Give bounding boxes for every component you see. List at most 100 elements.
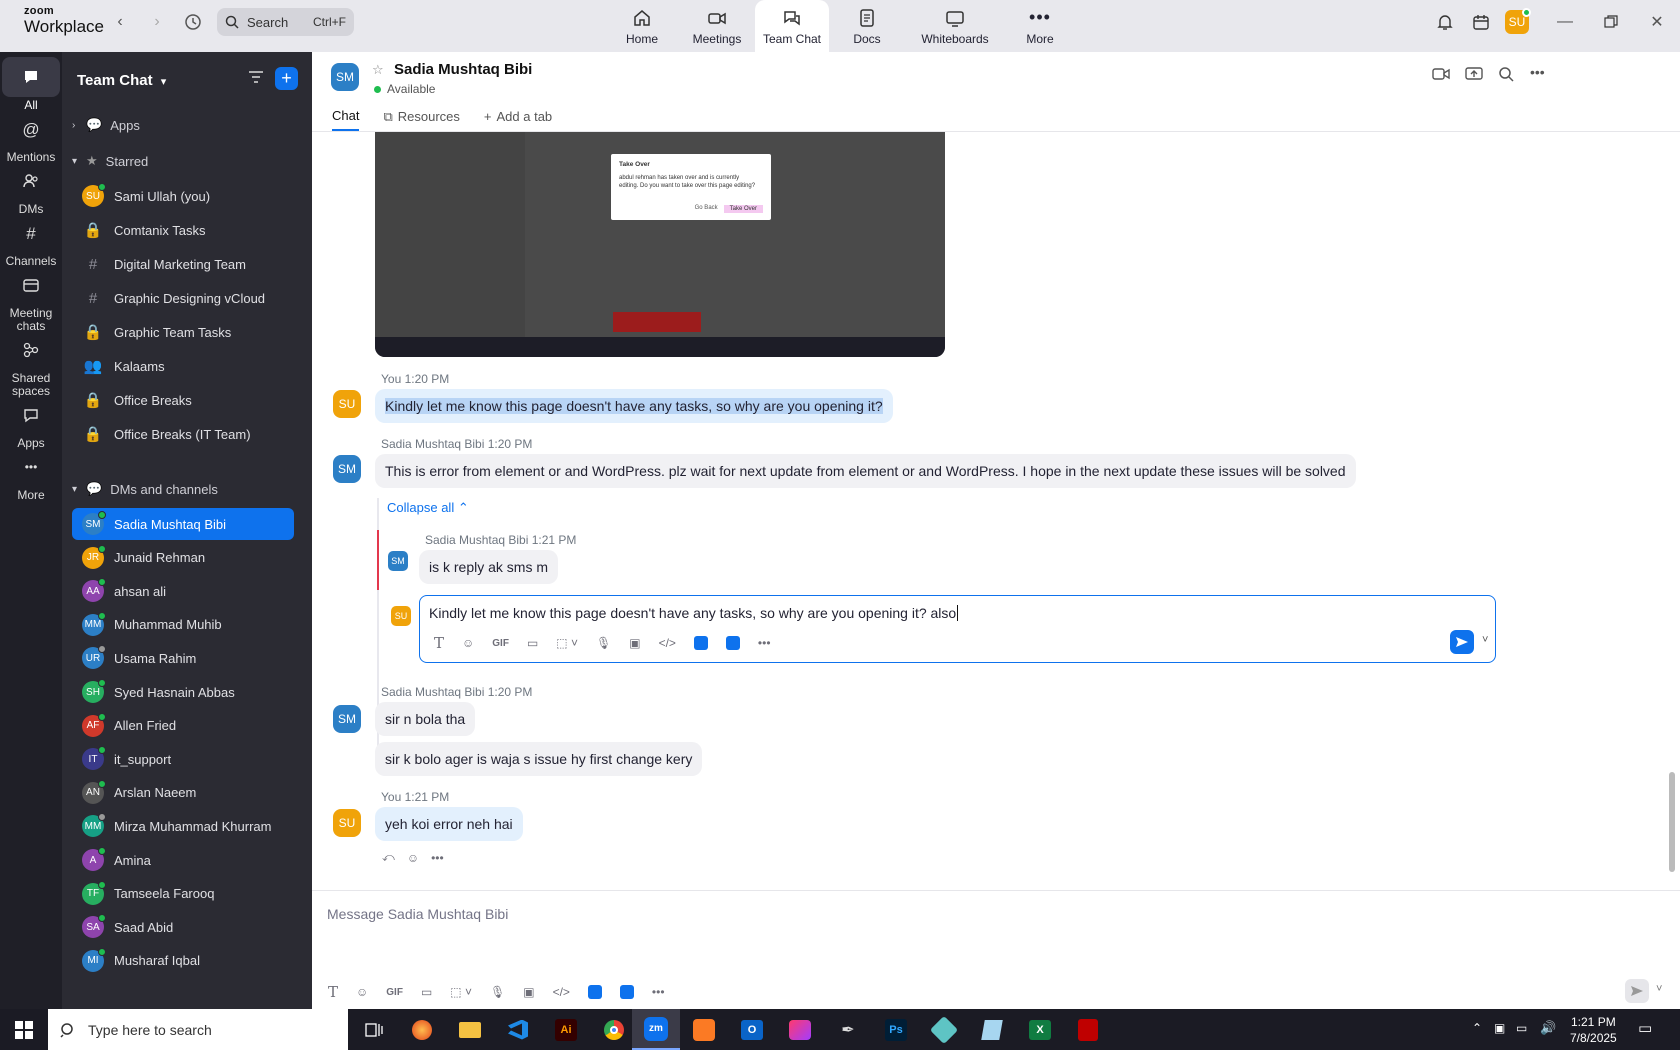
more-icon[interactable]: ••• xyxy=(652,985,665,999)
minimize-icon[interactable]: — xyxy=(1551,8,1579,36)
calendar-icon[interactable] xyxy=(1467,8,1495,36)
avatar[interactable]: SM xyxy=(388,551,408,571)
sidebar-item-dm[interactable]: TF Tamseela Farooq xyxy=(72,878,294,910)
rail-item-dms[interactable]: DMs xyxy=(0,161,62,216)
contact-name[interactable]: Sadia Mushtaq Bibi xyxy=(394,61,532,78)
forward-icon[interactable]: › xyxy=(143,8,171,36)
sidebar-item-starred[interactable]: 🔒 Comtanix Tasks xyxy=(72,214,294,246)
send-button[interactable] xyxy=(1450,630,1474,654)
sidebar-item-starred[interactable]: 👥 Kalaams xyxy=(72,350,294,382)
app-cube-icon[interactable] xyxy=(920,1009,968,1050)
tab-chat[interactable]: Chat xyxy=(332,108,360,131)
sidebar-item-dm[interactable]: AA ahsan ali xyxy=(72,575,294,607)
zoom-taskbar-icon[interactable]: zm xyxy=(632,1009,680,1050)
filter-icon[interactable] xyxy=(247,68,265,86)
code-icon[interactable]: </> xyxy=(553,985,570,999)
rail-item-shared-spaces[interactable]: Shared spaces xyxy=(0,330,62,398)
send-button[interactable] xyxy=(1625,979,1649,1003)
excel-icon[interactable]: X xyxy=(1016,1009,1064,1050)
sidebar-item-dm[interactable]: AN Arslan Naeem xyxy=(72,777,294,809)
reply-input[interactable]: Kindly let me know this page doesn't hav… xyxy=(429,605,959,621)
message-bubble[interactable]: sir k bolo ager is waja s issue hy first… xyxy=(375,742,703,776)
sidebar-item-dm[interactable]: IT it_support xyxy=(72,743,294,775)
reply-composer[interactable]: Kindly let me know this page doesn't hav… xyxy=(419,595,1496,663)
add-reaction-icon[interactable]: ☺ xyxy=(407,851,419,865)
nav-tab-more[interactable]: ••• More xyxy=(1003,0,1077,52)
sidebar-item-dm[interactable]: AF Allen Fried xyxy=(72,710,294,742)
nav-tab-team-chat[interactable]: Team Chat xyxy=(755,0,829,52)
pen-tool-icon[interactable]: ✒ xyxy=(824,1009,872,1050)
creative-cloud-icon[interactable] xyxy=(776,1009,824,1050)
more-icon[interactable]: ••• xyxy=(1530,64,1545,80)
screenshot-icon[interactable]: ⬚ ˅ xyxy=(556,636,578,650)
firefox-icon[interactable] xyxy=(398,1009,446,1050)
sidebar-item-starred[interactable]: # Graphic Designing vCloud xyxy=(72,282,294,314)
video-message-icon[interactable]: ▣ xyxy=(629,636,640,650)
avatar[interactable]: SU xyxy=(333,809,361,837)
format-text-icon[interactable]: T xyxy=(328,983,338,1001)
nav-tab-docs[interactable]: Docs xyxy=(830,0,904,52)
gif-icon[interactable]: GIF xyxy=(492,638,509,649)
history-icon[interactable] xyxy=(179,8,207,36)
user-avatar[interactable]: SU xyxy=(1505,8,1531,34)
message-bubble[interactable]: sir n bola tha xyxy=(375,702,476,736)
nav-tab-whiteboards[interactable]: Whiteboards xyxy=(913,0,997,52)
sidebar-item-dm[interactable]: MM Muhammad Muhib xyxy=(72,609,294,641)
section-dms[interactable]: ▾ 💬 DMs and channels xyxy=(72,476,218,502)
sidebar-item-starred[interactable]: 🔒 Graphic Team Tasks xyxy=(72,316,294,348)
illustrator-icon[interactable]: Ai xyxy=(542,1009,590,1050)
chrome-icon[interactable] xyxy=(590,1009,638,1050)
new-chat-button[interactable]: + xyxy=(275,67,298,90)
scrollbar-thumb[interactable] xyxy=(1669,772,1675,872)
tray-app-icon[interactable]: ▣ xyxy=(1494,1021,1505,1035)
section-starred[interactable]: ▾ ★ Starred xyxy=(72,148,148,174)
tray-chevron-up-icon[interactable]: ⌃ xyxy=(1472,1021,1482,1035)
message-bubble[interactable]: Kindly let me know this page doesn't hav… xyxy=(375,389,893,423)
nav-tab-home[interactable]: Home xyxy=(605,0,679,52)
shared-screenshot-image[interactable]: Take Over abdul rehman has taken over an… xyxy=(375,132,945,357)
vscode-icon[interactable] xyxy=(494,1009,542,1050)
file-explorer-icon[interactable] xyxy=(446,1009,494,1050)
sidebar-item-dm[interactable]: SH Syed Hasnain Abbas xyxy=(72,676,294,708)
microphone-icon[interactable]: 🎙 xyxy=(490,985,505,999)
section-apps[interactable]: › 💬 Apps xyxy=(72,112,140,138)
rail-item-mentions[interactable]: @ Mentions xyxy=(0,109,62,164)
photoshop-icon[interactable]: Ps xyxy=(872,1009,920,1050)
notifications-icon[interactable]: ▭ xyxy=(1638,1019,1652,1037)
rail-item-apps[interactable]: Apps xyxy=(0,395,62,450)
screenshot-icon[interactable]: ⬚ ˅ xyxy=(450,985,472,999)
message-bubble[interactable]: yeh koi error neh hai xyxy=(375,807,523,841)
notepad-icon[interactable] xyxy=(968,1009,1016,1050)
restore-icon[interactable] xyxy=(1597,8,1625,36)
avatar[interactable]: SU xyxy=(391,606,411,626)
star-icon[interactable]: ☆ xyxy=(372,62,384,78)
video-call-icon[interactable] xyxy=(1432,66,1450,82)
reply-icon[interactable]: ⤺ xyxy=(382,850,395,865)
video-message-icon[interactable]: ▣ xyxy=(523,985,534,999)
volume-icon[interactable]: 🔊 xyxy=(1540,1020,1556,1036)
avatar[interactable]: SM xyxy=(333,705,361,733)
send-options-chevron-icon[interactable]: ˅ xyxy=(1656,983,1662,995)
filezilla-icon[interactable] xyxy=(1064,1009,1112,1050)
search-icon[interactable] xyxy=(1498,66,1514,82)
microphone-icon[interactable]: 🎙 xyxy=(596,636,611,650)
avatar[interactable]: SM xyxy=(333,455,361,483)
tab-add[interactable]: + Add a tab xyxy=(484,108,552,131)
sidebar-item-dm[interactable]: SM Sadia Mushtaq Bibi xyxy=(72,508,294,540)
sidebar-item-dm[interactable]: MI Musharaf Iqbal xyxy=(72,945,294,977)
taskbar-clock[interactable]: 1:21 PM 7/8/2025 xyxy=(1570,1014,1617,1046)
sidebar-title[interactable]: Team Chat ▾ xyxy=(77,72,166,89)
emoji-icon[interactable]: ☺ xyxy=(462,636,474,650)
search-box[interactable]: Search Ctrl+F xyxy=(217,8,354,36)
message-input[interactable]: Message Sadia Mushtaq Bibi xyxy=(327,906,508,922)
nav-tab-meetings[interactable]: Meetings xyxy=(680,0,754,52)
app-icon[interactable] xyxy=(725,636,740,650)
reply-bubble[interactable]: is k reply ak sms m xyxy=(419,550,559,584)
collapse-all-link[interactable]: Collapse all ⌃ xyxy=(387,500,469,516)
network-icon[interactable]: ▭ xyxy=(1516,1021,1527,1035)
rail-item-all[interactable]: All xyxy=(0,57,62,112)
sidebar-item-dm[interactable]: A Amina xyxy=(72,844,294,876)
back-icon[interactable]: ‹ xyxy=(106,8,134,36)
taskbar-search[interactable]: Type here to search xyxy=(48,1009,348,1050)
app-icon[interactable] xyxy=(619,985,634,999)
